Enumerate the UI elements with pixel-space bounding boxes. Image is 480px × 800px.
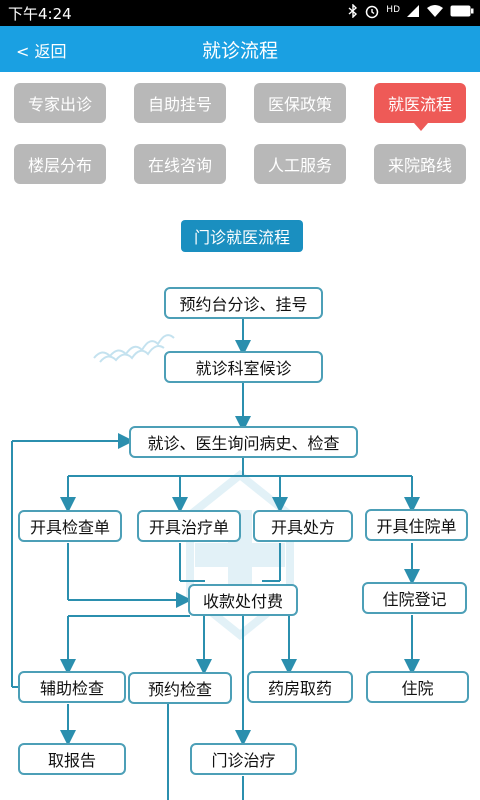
node-outpatient-treat: 门诊治疗 (190, 743, 297, 775)
node-treat-order: 开具治疗单 (137, 510, 241, 542)
node-wait: 就诊科室候诊 (164, 351, 323, 383)
node-book-exam: 预约检查 (128, 672, 232, 704)
node-admission-order: 开具住院单 (365, 509, 468, 541)
node-get-report: 取报告 (18, 743, 126, 775)
node-consult: 就诊、医生询问病史、检查 (129, 426, 358, 458)
node-exam-order: 开具检查单 (18, 510, 122, 542)
node-register: 预约台分诊、挂号 (164, 287, 323, 319)
flow-title: 门诊就医流程 (181, 220, 303, 252)
node-admission-register: 住院登记 (362, 582, 467, 614)
node-hospitalize: 住院 (366, 671, 469, 703)
node-prescription: 开具处方 (253, 510, 353, 542)
node-aux-exam: 辅助检查 (18, 671, 126, 703)
node-pharmacy: 药房取药 (247, 671, 353, 703)
node-payment: 收款处付费 (188, 584, 298, 616)
